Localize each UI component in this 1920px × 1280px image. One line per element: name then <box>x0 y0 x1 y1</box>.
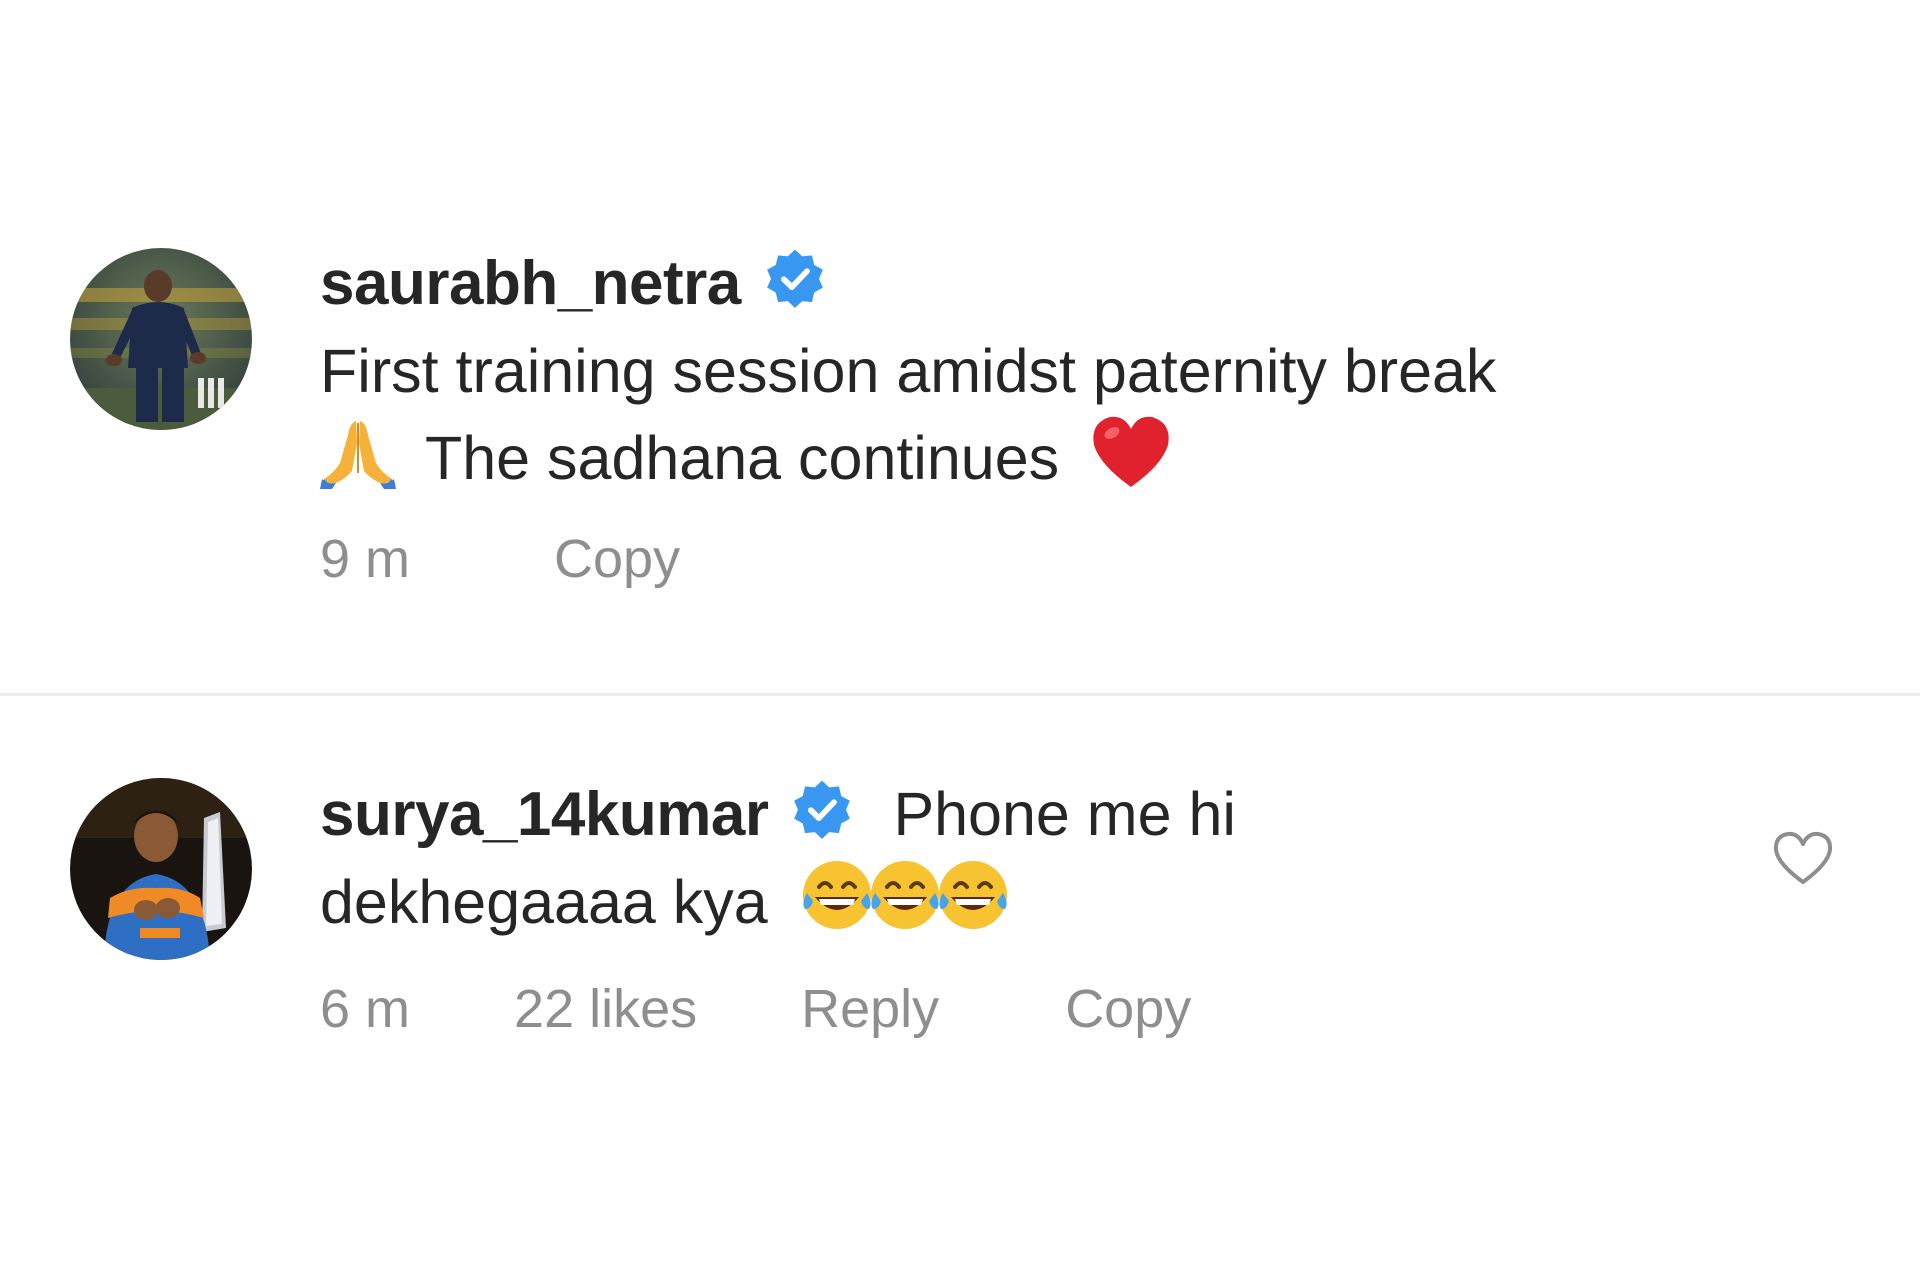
likes-count[interactable]: 22 likes <box>514 978 697 1040</box>
tears-of-joy-icon <box>799 857 875 954</box>
heart-outline-icon[interactable] <box>1772 830 1834 886</box>
folded-hands-icon <box>320 413 396 510</box>
verified-badge-icon <box>790 779 854 843</box>
username[interactable]: saurabh_netra <box>320 249 741 318</box>
comment-text-line-2-label: dekhegaaaa kya <box>320 868 768 936</box>
comment-text-line-1: surya_14kumar Phone me hi <box>320 772 1740 857</box>
comment-text-line-1: First training session amidst paternity … <box>320 337 1497 405</box>
comment-text-line-2: dekhegaaaa kya <box>320 857 1740 954</box>
copy-button[interactable]: Copy <box>1065 978 1191 1040</box>
comment-text: First training session amidst paternity … <box>320 329 1740 510</box>
comment-text-line-2-label: The sadhana continues <box>424 424 1060 492</box>
copy-button[interactable]: Copy <box>554 528 680 590</box>
red-heart-icon <box>1090 413 1172 510</box>
divider <box>0 693 1920 696</box>
avatar[interactable] <box>70 248 252 430</box>
reply-button[interactable]: Reply <box>801 978 939 1040</box>
timestamp: 6 m <box>320 979 411 1039</box>
comment-text-line-2: The sadhana continues <box>320 413 1740 510</box>
verified-badge-icon <box>763 248 827 312</box>
username[interactable]: surya_14kumar <box>320 780 769 849</box>
comment-meta: 6 m 22 likes Reply Copy <box>320 978 1740 1040</box>
comment-text-line-1-label: Phone me hi <box>893 780 1236 848</box>
timestamp: 9 m <box>320 529 411 589</box>
username-line: saurabh_netra <box>320 242 1740 326</box>
comment-meta: 9 m Copy <box>320 528 1740 590</box>
tears-of-joy-icon <box>867 857 943 954</box>
comment-text: surya_14kumar Phone me hi dekhegaaaa kya <box>320 772 1740 954</box>
tears-of-joy-icon <box>935 857 1011 954</box>
avatar[interactable] <box>70 778 252 960</box>
